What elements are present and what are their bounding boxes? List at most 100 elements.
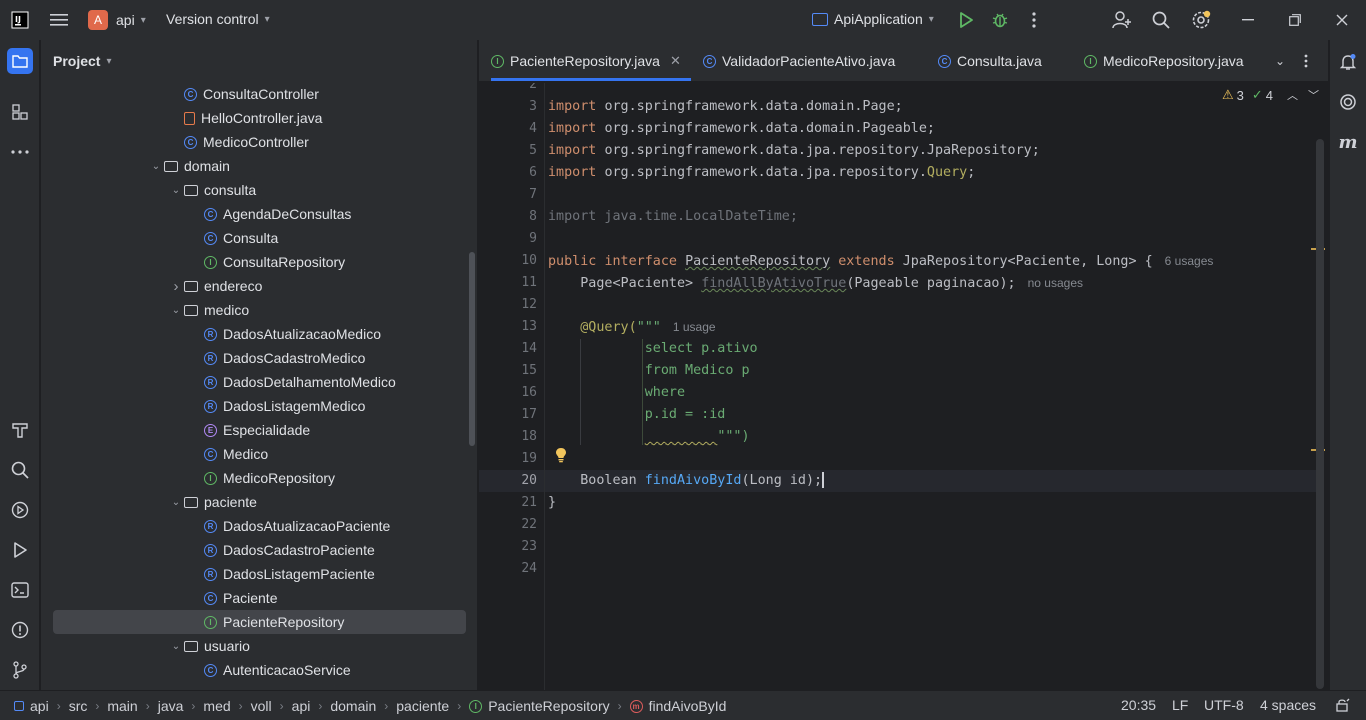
ide-logo-icon[interactable]: IJ bbox=[8, 8, 32, 32]
settings-icon[interactable] bbox=[1189, 8, 1213, 32]
tree-file[interactable]: R DadosCadastroMedico bbox=[188, 346, 365, 370]
tree-file[interactable]: C Consulta bbox=[188, 226, 278, 250]
build-tool-icon[interactable] bbox=[8, 418, 32, 442]
line-number[interactable]: 17 bbox=[479, 404, 537, 426]
close-icon[interactable]: ✕ bbox=[670, 53, 681, 69]
debug-icon[interactable] bbox=[988, 8, 1012, 32]
breadcrumb-item[interactable]: paciente bbox=[396, 698, 449, 714]
tree-folder[interactable]: ⌄ medico bbox=[168, 298, 249, 322]
breadcrumb-item[interactable]: I PacienteRepository bbox=[469, 698, 610, 714]
inspection-widget[interactable]: ⚠ 3 ✓ 4 ︿ ﹀ bbox=[1222, 87, 1319, 103]
tree-file[interactable]: R DadosAtualizacaoMedico bbox=[188, 322, 381, 346]
line-number[interactable]: 20 bbox=[479, 470, 537, 492]
tree-file[interactable]: C ConsultaController bbox=[168, 82, 319, 106]
line-number[interactable]: 7 bbox=[479, 184, 537, 206]
line-number[interactable]: 4 bbox=[479, 118, 537, 140]
maven-icon[interactable]: m bbox=[1336, 130, 1360, 154]
search-icon[interactable] bbox=[1149, 8, 1173, 32]
next-highlight-icon[interactable]: ﹀ bbox=[1308, 87, 1319, 103]
close-icon[interactable] bbox=[1330, 8, 1354, 32]
tree-file[interactable]: I MedicoRepository bbox=[188, 466, 335, 490]
more-tools-icon[interactable] bbox=[8, 140, 32, 164]
tree-file[interactable]: R DadosCadastroPaciente bbox=[188, 538, 375, 562]
tab-paciente-repository[interactable]: I PacienteRepository.java ✕ bbox=[491, 40, 691, 82]
tree-file[interactable]: R DadosListagemMedico bbox=[188, 394, 365, 418]
tabs-dropdown-icon[interactable]: ⌄ bbox=[1268, 49, 1292, 73]
notifications-icon[interactable] bbox=[1336, 50, 1360, 74]
line-number[interactable]: 15 bbox=[479, 360, 537, 382]
line-number[interactable]: 13 bbox=[479, 316, 537, 338]
line-number[interactable]: 23 bbox=[479, 536, 537, 558]
line-number[interactable]: 21 bbox=[479, 492, 537, 514]
vcs-menu[interactable]: Version control ▾ bbox=[166, 11, 270, 27]
minimize-icon[interactable] bbox=[1236, 8, 1260, 32]
tree-file[interactable]: C AgendaDeConsultas bbox=[188, 202, 351, 226]
chevron-right-icon[interactable]: › bbox=[168, 278, 184, 295]
services-tool-icon[interactable] bbox=[8, 498, 32, 522]
tree-file[interactable]: C AutenticacaoService bbox=[188, 658, 351, 682]
tree-file[interactable]: HelloController.java bbox=[168, 106, 322, 130]
line-number[interactable]: 18 bbox=[479, 426, 537, 448]
chevron-down-icon[interactable]: ⌄ bbox=[168, 185, 184, 196]
previous-highlight-icon[interactable]: ︿ bbox=[1287, 87, 1298, 103]
line-number[interactable]: 3 bbox=[479, 96, 537, 118]
tree-folder[interactable]: ⌄ domain bbox=[148, 154, 230, 178]
code-editor[interactable]: 2 3 4 5 6 7 8 9 10 11 12 13 14 15 16 17 18 19 20 21 22 23 24 ⚠… bbox=[479, 83, 1328, 690]
tree-folder[interactable]: ⌄ consulta bbox=[168, 178, 256, 202]
tree-file[interactable]: R DadosDetalhamentoMedico bbox=[188, 370, 396, 394]
breadcrumb-item[interactable]: src bbox=[69, 698, 88, 714]
tree-file[interactable]: R DadosListagemPaciente bbox=[188, 562, 375, 586]
usages-hint[interactable]: 6 usages bbox=[1165, 254, 1214, 268]
tree-file[interactable]: I ConsultaRepository bbox=[188, 250, 345, 274]
project-switcher[interactable]: A api ▾ bbox=[88, 10, 146, 30]
line-number[interactable]: 24 bbox=[479, 558, 537, 580]
ai-assistant-icon[interactable] bbox=[1336, 90, 1360, 114]
line-number[interactable]: 8 bbox=[479, 206, 537, 228]
tab-medico-repository[interactable]: I MedicoRepository.java bbox=[1084, 40, 1244, 82]
tree-folder[interactable]: ⌄ usuario bbox=[168, 634, 250, 658]
run-icon[interactable] bbox=[954, 8, 978, 32]
line-number[interactable]: 9 bbox=[479, 228, 537, 250]
line-number[interactable]: 11 bbox=[479, 272, 537, 294]
git-tool-icon[interactable] bbox=[8, 658, 32, 682]
line-separator[interactable]: LF bbox=[1172, 697, 1188, 713]
breadcrumb-item[interactable]: voll bbox=[251, 698, 272, 714]
project-tool-icon[interactable] bbox=[7, 48, 33, 74]
tree-file[interactable]: C Paciente bbox=[188, 586, 277, 610]
editor-scrollbar[interactable] bbox=[1316, 139, 1324, 689]
run-config-selector[interactable]: ApiApplication ▾ bbox=[812, 11, 934, 27]
tree-file[interactable]: C MedicoController bbox=[168, 130, 309, 154]
breadcrumb-item[interactable]: m findAivoById bbox=[629, 698, 726, 714]
run-tool-icon[interactable] bbox=[8, 538, 32, 562]
breadcrumb-item[interactable]: api bbox=[14, 698, 49, 714]
terminal-tool-icon[interactable] bbox=[8, 578, 32, 602]
problems-tool-icon[interactable] bbox=[8, 618, 32, 642]
indent-setting[interactable]: 4 spaces bbox=[1260, 697, 1316, 713]
more-actions-icon[interactable] bbox=[1022, 8, 1046, 32]
line-number[interactable]: 5 bbox=[479, 140, 537, 162]
file-encoding[interactable]: UTF-8 bbox=[1204, 697, 1244, 713]
tab-consulta[interactable]: C Consulta.java bbox=[938, 40, 1042, 82]
tree-file[interactable]: C Medico bbox=[188, 442, 268, 466]
chevron-down-icon[interactable]: ⌄ bbox=[168, 641, 184, 652]
breadcrumb-item[interactable]: med bbox=[203, 698, 230, 714]
lock-icon[interactable] bbox=[1336, 698, 1350, 715]
tree-file[interactable]: I PacienteRepository bbox=[53, 610, 466, 634]
breadcrumb-item[interactable]: domain bbox=[330, 698, 376, 714]
line-number[interactable]: 22 bbox=[479, 514, 537, 536]
tree-folder[interactable]: › endereco bbox=[168, 274, 263, 298]
intention-bulb-icon[interactable] bbox=[555, 447, 567, 466]
main-menu-icon[interactable] bbox=[47, 8, 71, 32]
usages-hint[interactable]: 1 usage bbox=[673, 320, 716, 334]
line-number[interactable]: 19 bbox=[479, 448, 537, 470]
line-number[interactable]: 6 bbox=[479, 162, 537, 184]
chevron-down-icon[interactable]: ⌄ bbox=[148, 161, 164, 172]
chevron-down-icon[interactable]: ⌄ bbox=[168, 305, 184, 316]
tab-validador-paciente-ativo[interactable]: C ValidadorPacienteAtivo.java bbox=[703, 40, 895, 82]
find-tool-icon[interactable] bbox=[8, 458, 32, 482]
breadcrumb-item[interactable]: java bbox=[158, 698, 184, 714]
line-number[interactable]: 12 bbox=[479, 294, 537, 316]
restore-icon[interactable] bbox=[1283, 8, 1307, 32]
tabs-more-icon[interactable] bbox=[1294, 49, 1318, 73]
line-number[interactable]: 16 bbox=[479, 382, 537, 404]
